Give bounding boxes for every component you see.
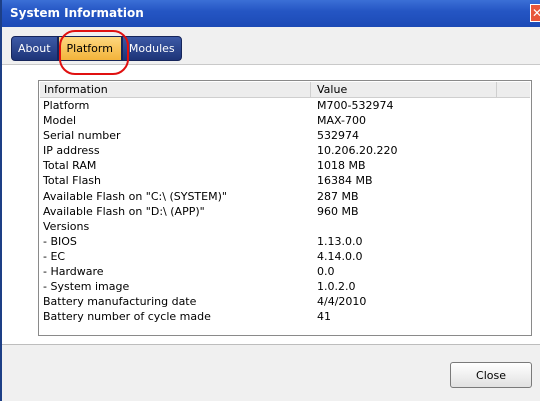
row-value: 4/4/2010: [317, 295, 367, 309]
row-label: Available Flash on "D:\ (APP)": [43, 204, 205, 218]
table-row[interactable]: Available Flash on "D:\ (APP)" 960 MB: [39, 204, 533, 219]
row-value: 1.0.2.0: [317, 280, 356, 294]
row-label: Battery manufacturing date: [43, 295, 197, 309]
system-information-window: System Information ✕ About Platform Modu…: [0, 0, 540, 401]
column-header-information[interactable]: Information: [44, 83, 108, 96]
row-label: - EC: [43, 249, 66, 263]
row-value: 1.13.0.0: [317, 234, 363, 248]
table-body: Platform M700-532974 Model MAX-700 Serial nu…: [39, 98, 533, 324]
row-label: Total Flash: [43, 174, 102, 188]
tab-modules[interactable]: Modules: [121, 36, 182, 61]
window-close-button[interactable]: ✕: [530, 4, 540, 22]
row-value: M700-532974: [317, 99, 394, 112]
tab-modules-label: Modules: [128, 42, 175, 55]
row-label: - BIOS: [43, 234, 77, 248]
row-value: 41: [317, 310, 331, 324]
close-button[interactable]: Close: [450, 362, 532, 388]
table-row[interactable]: Serial number 532974: [39, 128, 533, 143]
row-value: 532974: [317, 129, 359, 143]
row-value: 960 MB: [317, 204, 359, 218]
row-value: 287 MB: [317, 189, 359, 203]
table-row[interactable]: Total Flash 16384 MB: [39, 173, 533, 188]
table-row[interactable]: Versions: [39, 219, 533, 234]
table-row[interactable]: - EC 4.14.0.0: [39, 249, 533, 264]
row-value: 0.0: [317, 265, 335, 279]
row-label: Available Flash on "C:\ (SYSTEM)": [43, 189, 227, 203]
table-row[interactable]: Total RAM 1018 MB: [39, 158, 533, 173]
title-bar[interactable]: System Information ✕: [2, 0, 540, 27]
table-row[interactable]: Platform M700-532974: [39, 98, 533, 113]
row-value: 10.206.20.220: [317, 144, 398, 158]
row-label: Serial number: [43, 129, 121, 143]
row-label: Platform: [43, 99, 90, 112]
row-label: IP address: [43, 144, 100, 158]
row-value: MAX-700: [317, 114, 366, 128]
close-icon: ✕: [532, 6, 540, 20]
row-label: Battery number of cycle made: [43, 310, 211, 324]
column-header-value[interactable]: Value: [317, 83, 347, 96]
information-table: Information Value Platform M700-532974 Mod…: [38, 80, 532, 336]
table-row[interactable]: - Hardware 0.0: [39, 264, 533, 279]
row-label: - System image: [43, 280, 130, 294]
row-label: Total RAM: [43, 159, 97, 173]
table-row[interactable]: - BIOS 1.13.0.0: [39, 234, 533, 249]
row-label: Model: [43, 114, 77, 128]
table-row[interactable]: Model MAX-700: [39, 113, 533, 128]
table-row[interactable]: IP address 10.206.20.220: [39, 143, 533, 158]
row-value: 16384 MB: [317, 174, 373, 188]
window-title: System Information: [10, 6, 144, 20]
row-label: Versions: [43, 219, 90, 233]
column-divider[interactable]: [310, 82, 311, 97]
tab-about[interactable]: About: [11, 36, 58, 61]
table-row[interactable]: Battery number of cycle made 41: [39, 309, 533, 324]
tab-about-label: About: [18, 42, 51, 55]
row-value: 4.14.0.0: [317, 249, 363, 263]
footer-divider: [2, 344, 540, 345]
table-header: Information Value: [40, 82, 530, 98]
row-label: - Hardware: [43, 265, 104, 279]
column-divider[interactable]: [496, 82, 497, 97]
table-row[interactable]: - System image 1.0.2.0: [39, 279, 533, 294]
row-value: 1018 MB: [317, 159, 366, 173]
table-row[interactable]: Battery manufacturing date 4/4/2010: [39, 294, 533, 309]
highlight-annotation: [59, 30, 129, 75]
table-row[interactable]: Available Flash on "C:\ (SYSTEM)" 287 MB: [39, 189, 533, 204]
